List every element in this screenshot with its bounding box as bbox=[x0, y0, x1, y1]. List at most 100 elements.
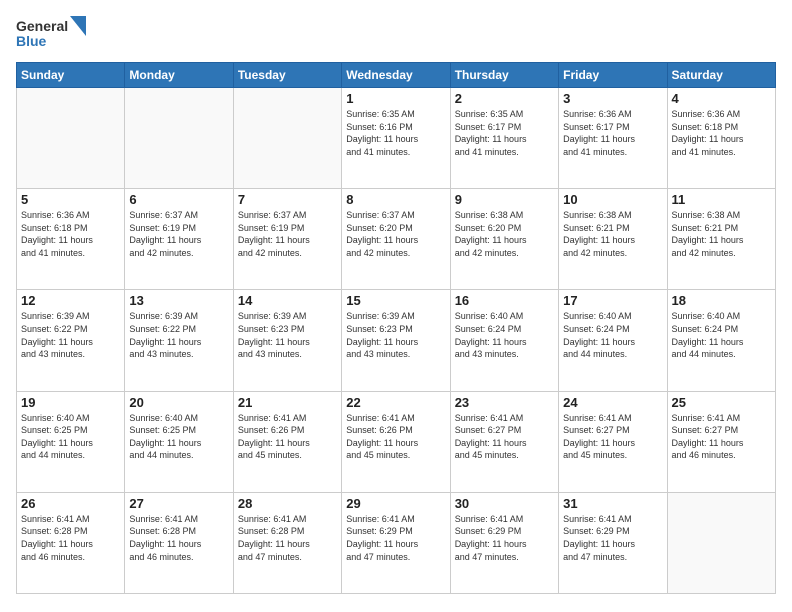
day-info: Sunrise: 6:36 AM Sunset: 6:18 PM Dayligh… bbox=[672, 108, 771, 158]
day-number: 5 bbox=[21, 192, 120, 207]
calendar-cell: 11 Sunrise: 6:38 AM Sunset: 6:21 PM Dayli… bbox=[667, 189, 775, 290]
calendar-cell: 5 Sunrise: 6:36 AM Sunset: 6:18 PM Daylig… bbox=[17, 189, 125, 290]
calendar-week-row: 5 Sunrise: 6:36 AM Sunset: 6:18 PM Daylig… bbox=[17, 189, 776, 290]
day-info: Sunrise: 6:35 AM Sunset: 6:17 PM Dayligh… bbox=[455, 108, 554, 158]
calendar-cell: 19 Sunrise: 6:40 AM Sunset: 6:25 PM Dayli… bbox=[17, 391, 125, 492]
day-number: 31 bbox=[563, 496, 662, 511]
calendar-day-header: Sunday bbox=[17, 63, 125, 88]
day-info: Sunrise: 6:39 AM Sunset: 6:22 PM Dayligh… bbox=[129, 310, 228, 360]
day-number: 7 bbox=[238, 192, 337, 207]
day-info: Sunrise: 6:41 AM Sunset: 6:29 PM Dayligh… bbox=[455, 513, 554, 563]
day-info: Sunrise: 6:41 AM Sunset: 6:28 PM Dayligh… bbox=[238, 513, 337, 563]
calendar-cell: 17Sunrise: 6:40 AM Sunset: 6:24 PM Dayli… bbox=[559, 290, 667, 391]
day-number: 4 bbox=[672, 91, 771, 106]
day-info: Sunrise: 6:41 AM Sunset: 6:28 PM Dayligh… bbox=[129, 513, 228, 563]
calendar-cell: 15 Sunrise: 6:39 AM Sunset: 6:23 PM Dayli… bbox=[342, 290, 450, 391]
calendar-cell: 12Sunrise: 6:39 AM Sunset: 6:22 PM Dayli… bbox=[17, 290, 125, 391]
calendar-day-header: Thursday bbox=[450, 63, 558, 88]
day-number: 27 bbox=[129, 496, 228, 511]
calendar-cell: 21 Sunrise: 6:41 AM Sunset: 6:26 PM Dayli… bbox=[233, 391, 341, 492]
calendar-day-header: Saturday bbox=[667, 63, 775, 88]
day-number: 23 bbox=[455, 395, 554, 410]
calendar-day-header: Wednesday bbox=[342, 63, 450, 88]
calendar-cell: 25 Sunrise: 6:41 AM Sunset: 6:27 PM Dayli… bbox=[667, 391, 775, 492]
calendar-cell: 23 Sunrise: 6:41 AM Sunset: 6:27 PM Dayli… bbox=[450, 391, 558, 492]
day-number: 21 bbox=[238, 395, 337, 410]
day-number: 19 bbox=[21, 395, 120, 410]
day-info: Sunrise: 6:41 AM Sunset: 6:28 PM Dayligh… bbox=[21, 513, 120, 563]
day-info: Sunrise: 6:41 AM Sunset: 6:26 PM Dayligh… bbox=[346, 412, 445, 462]
calendar-cell: 6Sunrise: 6:37 AM Sunset: 6:19 PM Daylig… bbox=[125, 189, 233, 290]
calendar-cell: 18Sunrise: 6:40 AM Sunset: 6:24 PM Dayli… bbox=[667, 290, 775, 391]
day-number: 20 bbox=[129, 395, 228, 410]
calendar-week-row: 26 Sunrise: 6:41 AM Sunset: 6:28 PM Dayli… bbox=[17, 492, 776, 593]
day-number: 30 bbox=[455, 496, 554, 511]
calendar-cell: 22 Sunrise: 6:41 AM Sunset: 6:26 PM Dayli… bbox=[342, 391, 450, 492]
day-info: Sunrise: 6:35 AM Sunset: 6:16 PM Dayligh… bbox=[346, 108, 445, 158]
logo: GeneralBlue bbox=[16, 16, 86, 52]
day-info: Sunrise: 6:39 AM Sunset: 6:23 PM Dayligh… bbox=[346, 310, 445, 360]
day-info: Sunrise: 6:39 AM Sunset: 6:23 PM Dayligh… bbox=[238, 310, 337, 360]
calendar-cell: 3 Sunrise: 6:36 AM Sunset: 6:17 PM Daylig… bbox=[559, 88, 667, 189]
calendar-cell: 14 Sunrise: 6:39 AM Sunset: 6:23 PM Dayli… bbox=[233, 290, 341, 391]
calendar-cell: 2 Sunrise: 6:35 AM Sunset: 6:17 PM Daylig… bbox=[450, 88, 558, 189]
calendar-week-row: 12Sunrise: 6:39 AM Sunset: 6:22 PM Dayli… bbox=[17, 290, 776, 391]
day-info: Sunrise: 6:36 AM Sunset: 6:17 PM Dayligh… bbox=[563, 108, 662, 158]
day-number: 10 bbox=[563, 192, 662, 207]
day-number: 3 bbox=[563, 91, 662, 106]
day-number: 13 bbox=[129, 293, 228, 308]
calendar-cell: 26 Sunrise: 6:41 AM Sunset: 6:28 PM Dayli… bbox=[17, 492, 125, 593]
day-info: Sunrise: 6:41 AM Sunset: 6:27 PM Dayligh… bbox=[563, 412, 662, 462]
day-number: 11 bbox=[672, 192, 771, 207]
day-number: 16 bbox=[455, 293, 554, 308]
day-number: 9 bbox=[455, 192, 554, 207]
day-number: 28 bbox=[238, 496, 337, 511]
calendar-cell: 8Sunrise: 6:37 AM Sunset: 6:20 PM Daylig… bbox=[342, 189, 450, 290]
day-info: Sunrise: 6:37 AM Sunset: 6:20 PM Dayligh… bbox=[346, 209, 445, 259]
calendar-cell: 20Sunrise: 6:40 AM Sunset: 6:25 PM Dayli… bbox=[125, 391, 233, 492]
day-info: Sunrise: 6:38 AM Sunset: 6:21 PM Dayligh… bbox=[672, 209, 771, 259]
day-info: Sunrise: 6:36 AM Sunset: 6:18 PM Dayligh… bbox=[21, 209, 120, 259]
calendar-cell: 16 Sunrise: 6:40 AM Sunset: 6:24 PM Dayli… bbox=[450, 290, 558, 391]
day-number: 14 bbox=[238, 293, 337, 308]
calendar-cell bbox=[17, 88, 125, 189]
svg-text:Blue: Blue bbox=[16, 33, 47, 49]
day-number: 24 bbox=[563, 395, 662, 410]
calendar-week-row: 1 Sunrise: 6:35 AM Sunset: 6:16 PM Daylig… bbox=[17, 88, 776, 189]
day-number: 22 bbox=[346, 395, 445, 410]
calendar-cell bbox=[233, 88, 341, 189]
calendar-cell: 27 Sunrise: 6:41 AM Sunset: 6:28 PM Dayli… bbox=[125, 492, 233, 593]
calendar-day-header: Monday bbox=[125, 63, 233, 88]
calendar-cell bbox=[125, 88, 233, 189]
day-info: Sunrise: 6:38 AM Sunset: 6:20 PM Dayligh… bbox=[455, 209, 554, 259]
day-number: 29 bbox=[346, 496, 445, 511]
day-info: Sunrise: 6:37 AM Sunset: 6:19 PM Dayligh… bbox=[129, 209, 228, 259]
calendar-cell: 4 Sunrise: 6:36 AM Sunset: 6:18 PM Daylig… bbox=[667, 88, 775, 189]
day-number: 25 bbox=[672, 395, 771, 410]
calendar-cell: 29 Sunrise: 6:41 AM Sunset: 6:29 PM Dayli… bbox=[342, 492, 450, 593]
calendar-cell: 10 Sunrise: 6:38 AM Sunset: 6:21 PM Dayli… bbox=[559, 189, 667, 290]
calendar-cell: 9 Sunrise: 6:38 AM Sunset: 6:20 PM Daylig… bbox=[450, 189, 558, 290]
day-info: Sunrise: 6:38 AM Sunset: 6:21 PM Dayligh… bbox=[563, 209, 662, 259]
day-info: Sunrise: 6:41 AM Sunset: 6:26 PM Dayligh… bbox=[238, 412, 337, 462]
day-info: Sunrise: 6:41 AM Sunset: 6:29 PM Dayligh… bbox=[346, 513, 445, 563]
day-number: 15 bbox=[346, 293, 445, 308]
calendar-cell: 7 Sunrise: 6:37 AM Sunset: 6:19 PM Daylig… bbox=[233, 189, 341, 290]
day-number: 18 bbox=[672, 293, 771, 308]
day-number: 2 bbox=[455, 91, 554, 106]
calendar-cell: 31Sunrise: 6:41 AM Sunset: 6:29 PM Dayli… bbox=[559, 492, 667, 593]
day-number: 1 bbox=[346, 91, 445, 106]
day-info: Sunrise: 6:40 AM Sunset: 6:25 PM Dayligh… bbox=[21, 412, 120, 462]
day-info: Sunrise: 6:41 AM Sunset: 6:27 PM Dayligh… bbox=[672, 412, 771, 462]
svg-text:General: General bbox=[16, 18, 68, 34]
day-info: Sunrise: 6:40 AM Sunset: 6:24 PM Dayligh… bbox=[455, 310, 554, 360]
day-number: 26 bbox=[21, 496, 120, 511]
calendar-cell: 28 Sunrise: 6:41 AM Sunset: 6:28 PM Dayli… bbox=[233, 492, 341, 593]
calendar-week-row: 19 Sunrise: 6:40 AM Sunset: 6:25 PM Dayli… bbox=[17, 391, 776, 492]
day-info: Sunrise: 6:37 AM Sunset: 6:19 PM Dayligh… bbox=[238, 209, 337, 259]
calendar-day-header: Friday bbox=[559, 63, 667, 88]
day-info: Sunrise: 6:41 AM Sunset: 6:27 PM Dayligh… bbox=[455, 412, 554, 462]
calendar-cell: 13 Sunrise: 6:39 AM Sunset: 6:22 PM Dayli… bbox=[125, 290, 233, 391]
header: GeneralBlue bbox=[16, 16, 776, 52]
day-info: Sunrise: 6:40 AM Sunset: 6:24 PM Dayligh… bbox=[563, 310, 662, 360]
